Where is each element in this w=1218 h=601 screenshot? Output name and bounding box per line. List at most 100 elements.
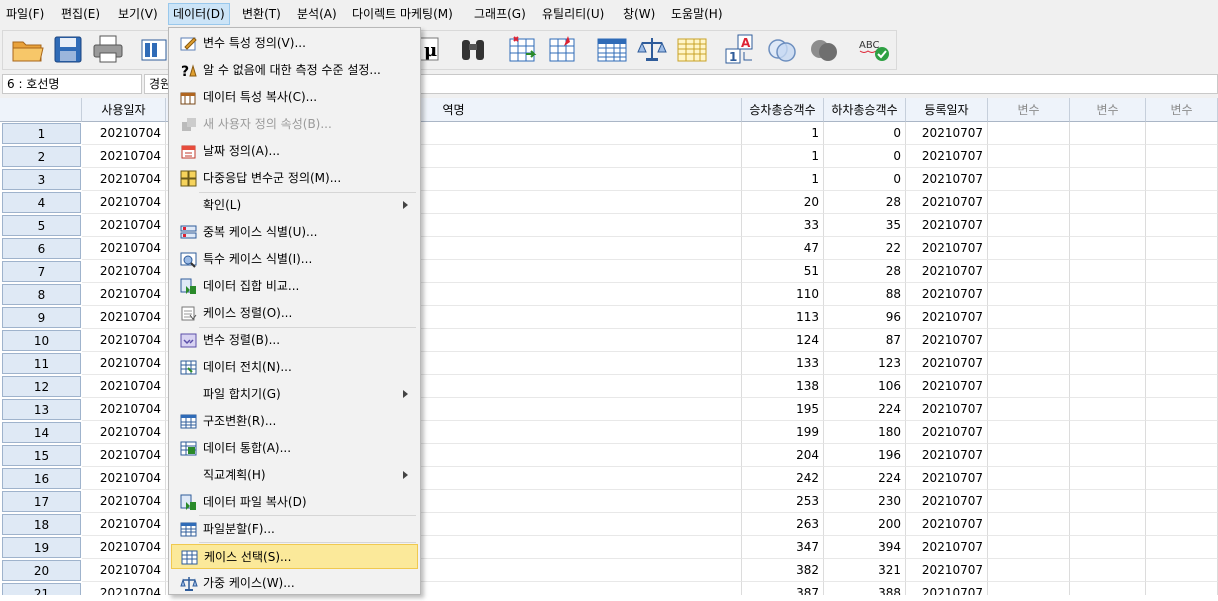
data-cell[interactable]: 263	[742, 513, 824, 536]
data-cell[interactable]: 20210707	[906, 191, 988, 214]
data-cell[interactable]: 224	[824, 467, 906, 490]
menu-view[interactable]: 보기(V)	[114, 3, 162, 25]
data-cell[interactable]: 88	[824, 283, 906, 306]
data-cell[interactable]	[988, 237, 1070, 260]
data-menu-item[interactable]: 가중 케이스(W)...	[171, 571, 418, 596]
data-cell[interactable]	[1146, 237, 1218, 260]
row-header[interactable]: 5	[2, 215, 81, 236]
data-cell[interactable]: 20210707	[906, 122, 988, 145]
column-header-var-1[interactable]: 변수	[988, 98, 1070, 122]
save-icon[interactable]	[50, 32, 86, 66]
data-cell[interactable]: 20210707	[906, 168, 988, 191]
data-menu-item[interactable]: 데이터 파일 복사(D)	[171, 490, 418, 515]
data-cell[interactable]	[988, 283, 1070, 306]
descriptives-mu-icon[interactable]: μ	[418, 32, 442, 66]
data-cell[interactable]	[988, 536, 1070, 559]
split-file-toolbar-icon[interactable]	[594, 32, 630, 66]
data-cell[interactable]: 28	[824, 260, 906, 283]
menu-graphs[interactable]: 그래프(G)	[470, 3, 530, 25]
data-cell[interactable]: 106	[824, 375, 906, 398]
row-header[interactable]: 15	[2, 445, 81, 466]
row-header[interactable]: 12	[2, 376, 81, 397]
data-cell[interactable]	[1070, 421, 1146, 444]
data-cell[interactable]: 20210704	[82, 444, 166, 467]
data-cell[interactable]: 20210707	[906, 352, 988, 375]
data-cell[interactable]	[988, 168, 1070, 191]
data-cell[interactable]	[988, 329, 1070, 352]
data-cell[interactable]	[988, 214, 1070, 237]
data-cell[interactable]: 22	[824, 237, 906, 260]
data-cell[interactable]: 394	[824, 536, 906, 559]
data-cell[interactable]	[988, 444, 1070, 467]
data-cell[interactable]	[1070, 352, 1146, 375]
data-cell[interactable]	[988, 513, 1070, 536]
data-cell[interactable]	[1146, 306, 1218, 329]
data-menu-item[interactable]: 파일분할(F)...	[171, 517, 418, 542]
data-cell[interactable]: 113	[742, 306, 824, 329]
data-menu-item[interactable]: 변수 정렬(B)...	[171, 328, 418, 353]
data-cell[interactable]: 20	[742, 191, 824, 214]
row-header[interactable]: 6	[2, 238, 81, 259]
data-cell[interactable]: 20210704	[82, 237, 166, 260]
data-cell[interactable]	[988, 467, 1070, 490]
menu-direct-marketing[interactable]: 다이렉트 마케팅(M)	[348, 3, 457, 25]
data-cell[interactable]	[1070, 306, 1146, 329]
data-cell[interactable]: 20210704	[82, 352, 166, 375]
data-cell[interactable]: 20210707	[906, 513, 988, 536]
data-cell[interactable]	[988, 352, 1070, 375]
data-cell[interactable]	[1146, 352, 1218, 375]
menu-help[interactable]: 도움말(H)	[667, 3, 727, 25]
select-cases-toolbar-icon[interactable]	[674, 32, 710, 66]
data-cell[interactable]: 33	[742, 214, 824, 237]
data-cell[interactable]: 110	[742, 283, 824, 306]
data-menu-item[interactable]: 데이터 특성 복사(C)...	[171, 85, 418, 110]
data-cell[interactable]: 20210707	[906, 237, 988, 260]
data-cell[interactable]	[1070, 398, 1146, 421]
data-cell[interactable]: 0	[824, 145, 906, 168]
data-cell[interactable]: 87	[824, 329, 906, 352]
row-header[interactable]: 2	[2, 146, 81, 167]
row-header[interactable]: 17	[2, 491, 81, 512]
data-cell[interactable]: 51	[742, 260, 824, 283]
data-cell[interactable]: 20210707	[906, 398, 988, 421]
data-cell[interactable]: 28	[824, 191, 906, 214]
row-header[interactable]: 16	[2, 468, 81, 489]
column-header-alighting-total[interactable]: 하차총승객수	[824, 98, 906, 122]
row-header[interactable]: 14	[2, 422, 81, 443]
data-cell[interactable]: 242	[742, 467, 824, 490]
data-cell[interactable]	[1070, 444, 1146, 467]
data-cell[interactable]	[1146, 398, 1218, 421]
data-menu-item[interactable]: 특수 케이스 식별(I)...	[171, 247, 418, 272]
menu-utilities[interactable]: 유틸리티(U)	[538, 3, 608, 25]
data-cell[interactable]: 20210707	[906, 559, 988, 582]
data-cell[interactable]	[988, 375, 1070, 398]
data-menu-item[interactable]: 케이스 선택(S)...	[171, 544, 418, 569]
data-cell[interactable]: 20210707	[906, 283, 988, 306]
data-cell[interactable]	[1146, 513, 1218, 536]
data-cell[interactable]	[1146, 582, 1218, 595]
data-cell[interactable]: 199	[742, 421, 824, 444]
data-cell[interactable]	[1146, 214, 1218, 237]
data-cell[interactable]	[1146, 490, 1218, 513]
value-labels-icon[interactable]: A1	[724, 32, 760, 66]
data-cell[interactable]: 20210707	[906, 536, 988, 559]
data-cell[interactable]	[988, 122, 1070, 145]
row-header[interactable]: 7	[2, 261, 81, 282]
data-menu-item[interactable]: 날짜 정의(A)...	[171, 139, 418, 164]
data-cell[interactable]: 1	[742, 168, 824, 191]
data-cell[interactable]: 387	[742, 582, 824, 595]
data-cell[interactable]	[1146, 559, 1218, 582]
data-cell[interactable]: 20210704	[82, 490, 166, 513]
data-cell[interactable]	[1070, 214, 1146, 237]
data-menu-item[interactable]: ? 알 수 없음에 대한 측정 수준 설정...	[171, 58, 418, 83]
insert-cases-icon[interactable]	[504, 32, 540, 66]
data-menu-item[interactable]: 확인(L)	[171, 193, 418, 218]
row-header[interactable]: 20	[2, 560, 81, 581]
data-cell[interactable]	[1070, 329, 1146, 352]
data-cell[interactable]	[988, 191, 1070, 214]
data-cell[interactable]: 138	[742, 375, 824, 398]
show-all-variables-icon[interactable]	[806, 32, 842, 66]
spell-check-icon[interactable]: ABC	[856, 32, 892, 66]
data-cell[interactable]: 196	[824, 444, 906, 467]
data-cell[interactable]: 20210704	[82, 536, 166, 559]
